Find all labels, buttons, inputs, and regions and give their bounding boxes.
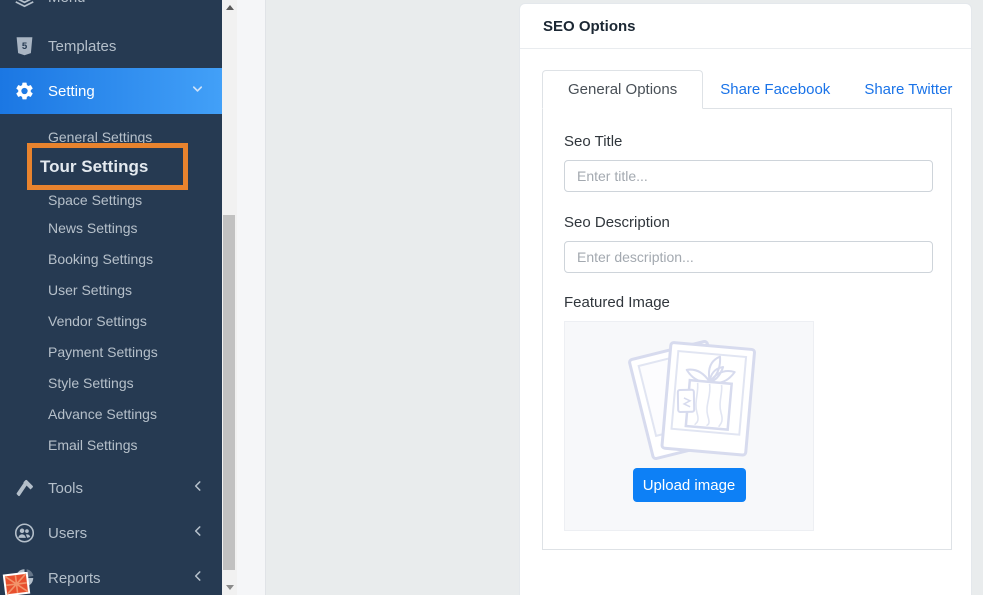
chevron-down-icon: [190, 82, 205, 101]
image-placeholder-illustration: [614, 334, 764, 464]
panel-title: SEO Options: [543, 18, 636, 35]
chevron-left-icon: [191, 479, 205, 497]
seo-description-input[interactable]: [564, 241, 933, 273]
sidebar-scrollbar: [222, 0, 237, 595]
seo-title-input[interactable]: [564, 160, 933, 192]
sidebar-item-templates[interactable]: 5 Templates: [0, 24, 222, 68]
scroll-up-button[interactable]: [222, 0, 237, 15]
sidebar-item-label: Setting: [48, 83, 95, 100]
tab-share-facebook[interactable]: Share Facebook: [703, 71, 847, 108]
sidebar-item-label: Menu: [48, 0, 86, 6]
scroll-down-button[interactable]: [222, 580, 237, 595]
html5-icon: 5: [14, 35, 35, 57]
general-options-tab-content: Seo Title Seo Description Featured Image: [542, 108, 952, 550]
sidebar-item-label: Tools: [48, 480, 83, 497]
sidebar-item-user-settings[interactable]: User Settings: [0, 276, 222, 304]
sidebar-item-tour-settings[interactable]: Tour Settings: [32, 157, 148, 177]
sidebar: Menu 5 Templates Setting General Sett: [0, 0, 222, 595]
sidebar-item-menu[interactable]: Menu: [0, 0, 222, 19]
sidebar-item-vendor-settings[interactable]: Vendor Settings: [0, 307, 222, 335]
tab-share-twitter[interactable]: Share Twitter: [847, 71, 969, 108]
scrollbar-thumb[interactable]: [223, 215, 235, 570]
sidebar-item-booking-settings[interactable]: Booking Settings: [0, 245, 222, 273]
collapsed-panel-strip: [237, 0, 266, 595]
gear-icon: [14, 80, 35, 102]
hammer-icon: [14, 477, 35, 499]
sidebar-item-label: Templates: [48, 38, 116, 55]
chevron-left-icon: [191, 524, 205, 542]
sidebar-item-setting[interactable]: Setting: [0, 68, 222, 114]
users-icon: [14, 522, 35, 544]
seo-options-panel: SEO Options General Options Share Facebo…: [519, 3, 972, 595]
sidebar-item-label: Reports: [48, 570, 101, 587]
svg-text:5: 5: [22, 41, 28, 52]
tab-bar: General Options Share Facebook Share Twi…: [542, 70, 951, 108]
chevron-left-icon: [191, 569, 205, 587]
tab-general-options[interactable]: General Options: [542, 70, 703, 109]
sidebar-item-style-settings[interactable]: Style Settings: [0, 369, 222, 397]
app-logo: [2, 572, 32, 595]
sidebar-item-tools[interactable]: Tools: [0, 466, 222, 510]
app-window: Menu 5 Templates Setting General Sett: [0, 0, 983, 595]
layers-icon: [14, 0, 35, 8]
sidebar-item-email-settings[interactable]: Email Settings: [0, 431, 222, 459]
panel-header: SEO Options: [520, 4, 971, 49]
sidebar-item-advance-settings[interactable]: Advance Settings: [0, 400, 222, 428]
tour-settings-highlight-box: Tour Settings: [27, 143, 188, 190]
sidebar-item-reports[interactable]: Reports: [0, 556, 222, 595]
seo-description-label: Seo Description: [564, 214, 931, 231]
seo-title-label: Seo Title: [564, 133, 931, 150]
featured-image-dropzone: Upload image: [564, 321, 814, 531]
featured-image-label: Featured Image: [564, 294, 931, 311]
sidebar-item-space-settings[interactable]: Space Settings: [0, 186, 222, 214]
upload-image-button[interactable]: Upload image: [633, 468, 746, 502]
sidebar-item-payment-settings[interactable]: Payment Settings: [0, 338, 222, 366]
sidebar-item-label: Users: [48, 525, 87, 542]
sidebar-item-news-settings[interactable]: News Settings: [0, 214, 222, 242]
sidebar-item-users[interactable]: Users: [0, 511, 222, 555]
